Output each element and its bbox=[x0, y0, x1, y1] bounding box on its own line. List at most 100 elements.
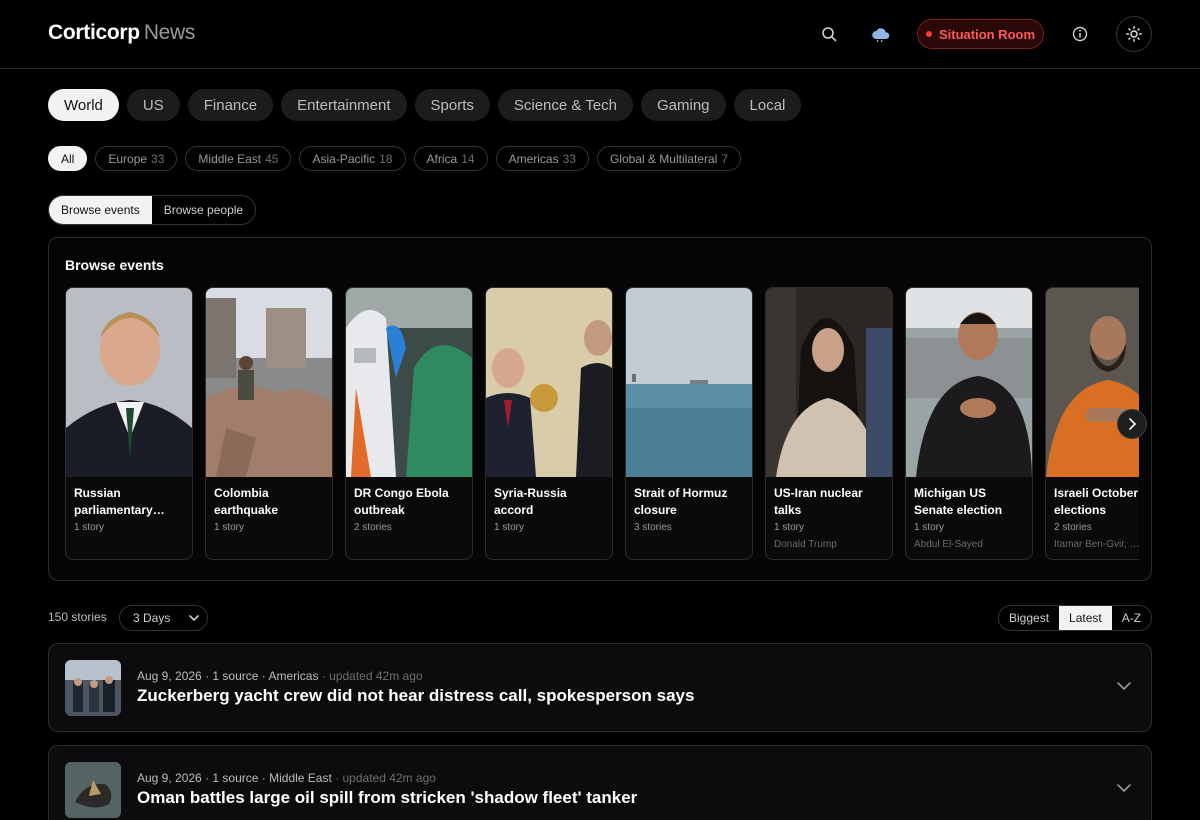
event-card[interactable]: DR Congo Ebola outbreak 2 stories bbox=[345, 287, 473, 560]
event-title: Colombia earthquake bbox=[214, 486, 279, 517]
brand-sub: News bbox=[143, 21, 196, 44]
event-story-count: 2 stories bbox=[1054, 522, 1092, 533]
tab-world[interactable]: World bbox=[48, 89, 119, 121]
event-title: Michigan US Senate election bbox=[914, 486, 1003, 517]
panel-title: Browse events bbox=[65, 257, 164, 273]
story-sources: 1 source bbox=[212, 771, 259, 785]
info-icon[interactable] bbox=[1068, 22, 1092, 46]
theme-toggle-button[interactable] bbox=[1116, 16, 1152, 52]
chevron-down-icon bbox=[189, 615, 199, 622]
event-story-count: 1 story bbox=[74, 522, 105, 533]
browse-events-panel: Browse events Russian parliamentary… 1 s… bbox=[48, 237, 1152, 581]
tab-science-tech[interactable]: Science & Tech bbox=[497, 89, 633, 121]
region-chip-asia-pacific[interactable]: Asia-Pacific 18 bbox=[299, 146, 406, 171]
region-chip-global[interactable]: Global & Multilateral 7 bbox=[596, 146, 742, 171]
event-story-count: 2 stories bbox=[354, 522, 392, 533]
region-filters: All Europe 33 Middle East 45 Asia-Pacific 1… bbox=[48, 146, 742, 171]
browse-events-button[interactable]: Browse events bbox=[49, 196, 152, 224]
event-story-count: 1 story bbox=[494, 522, 525, 533]
event-card[interactable]: US-Iran nuclear talks 1 story Donald Tru… bbox=[765, 287, 893, 560]
event-carousel[interactable]: Russian parliamentary… 1 story Colombia … bbox=[65, 287, 1139, 561]
event-card[interactable]: Strait of Hormuz closure 3 stories bbox=[625, 287, 753, 560]
region-label: Middle East bbox=[198, 151, 262, 166]
story-thumbnail bbox=[65, 660, 121, 716]
event-title: Syria-Russia accord bbox=[494, 486, 567, 517]
story-row[interactable]: Aug 9, 2026 · 1 source · Middle East · u… bbox=[48, 745, 1152, 820]
time-range-value: 3 Days bbox=[133, 611, 171, 625]
event-person: Abdul El-Sayed bbox=[914, 539, 983, 550]
event-person: Donald Trump bbox=[774, 539, 837, 550]
region-label: Africa bbox=[426, 151, 458, 166]
event-card[interactable]: Michigan US Senate election 1 story Abdu… bbox=[905, 287, 1033, 560]
region-count: 33 bbox=[151, 151, 165, 166]
event-story-count: 1 story bbox=[214, 522, 245, 533]
event-image bbox=[906, 288, 1032, 477]
event-title: Russian parliamentary… bbox=[74, 486, 165, 517]
region-label: Americas bbox=[508, 151, 559, 166]
event-image bbox=[626, 288, 752, 477]
region-chip-europe[interactable]: Europe 33 bbox=[95, 146, 178, 171]
story-headline[interactable]: Oman battles large oil spill from strick… bbox=[137, 788, 637, 808]
event-card[interactable]: Russian parliamentary… 1 story bbox=[65, 287, 193, 560]
event-title: Strait of Hormuz closure bbox=[634, 486, 728, 517]
region-chip-middle-east[interactable]: Middle East 45 bbox=[185, 146, 292, 171]
carousel-next-button[interactable] bbox=[1117, 409, 1147, 439]
chevron-down-icon[interactable] bbox=[1117, 681, 1131, 691]
sun-icon bbox=[1126, 26, 1142, 42]
event-title: DR Congo Ebola outbreak bbox=[354, 486, 449, 517]
brand-logo[interactable]: Corticorp News bbox=[48, 21, 195, 45]
event-card[interactable]: Syria-Russia accord 1 story bbox=[485, 287, 613, 560]
tab-us[interactable]: US bbox=[126, 89, 180, 121]
event-image bbox=[206, 288, 332, 477]
browse-people-button[interactable]: Browse people bbox=[152, 196, 255, 224]
story-sources: 1 source bbox=[212, 669, 259, 683]
browse-toggle: Browse events Browse people bbox=[48, 195, 257, 225]
tab-local[interactable]: Local bbox=[733, 89, 802, 121]
event-image bbox=[346, 288, 472, 477]
cloud-icon[interactable] bbox=[869, 22, 893, 46]
sort-latest-button[interactable]: Latest bbox=[1059, 606, 1112, 630]
tab-gaming[interactable]: Gaming bbox=[641, 89, 726, 121]
region-label: All bbox=[61, 151, 75, 166]
event-story-count: 3 stories bbox=[634, 522, 672, 533]
event-image bbox=[66, 288, 192, 477]
region-label: Europe bbox=[108, 151, 148, 166]
time-range-select[interactable]: 3 Days bbox=[119, 605, 208, 631]
tab-finance[interactable]: Finance bbox=[187, 89, 274, 121]
situation-room-label: Situation Room bbox=[938, 26, 1036, 42]
tab-entertainment[interactable]: Entertainment bbox=[281, 89, 407, 121]
story-row[interactable]: Aug 9, 2026 · 1 source · Americas · upda… bbox=[48, 643, 1152, 732]
story-date: Aug 9, 2026 bbox=[137, 771, 202, 785]
event-title: Israeli October elections bbox=[1054, 486, 1139, 517]
region-count: 33 bbox=[562, 151, 576, 166]
chevron-right-icon bbox=[1129, 418, 1136, 430]
story-headline[interactable]: Zuckerberg yacht crew did not hear distr… bbox=[137, 686, 694, 706]
brand-main: Corticorp bbox=[48, 21, 140, 44]
live-dot-icon bbox=[925, 31, 932, 37]
region-count: 7 bbox=[721, 151, 729, 166]
region-count: 18 bbox=[379, 151, 393, 166]
region-label: Asia-Pacific bbox=[312, 151, 376, 166]
sort-biggest-button[interactable]: Biggest bbox=[999, 606, 1059, 630]
top-bar: Corticorp News Situation Room bbox=[0, 0, 1200, 69]
region-count: 14 bbox=[461, 151, 475, 166]
region-chip-all[interactable]: All bbox=[48, 146, 88, 171]
event-story-count: 1 story bbox=[914, 522, 945, 533]
story-meta: Aug 9, 2026 · 1 source · Middle East · u… bbox=[137, 771, 436, 785]
tab-sports[interactable]: Sports bbox=[414, 89, 490, 121]
region-count: 45 bbox=[265, 151, 279, 166]
stories-count: 150 stories bbox=[48, 610, 107, 624]
story-thumbnail bbox=[65, 762, 121, 818]
situation-room-button[interactable]: Situation Room bbox=[917, 19, 1044, 49]
event-card[interactable]: Colombia earthquake 1 story bbox=[205, 287, 333, 560]
chevron-down-icon[interactable] bbox=[1117, 783, 1131, 793]
story-region: Americas bbox=[268, 669, 319, 683]
event-image bbox=[486, 288, 612, 477]
region-chip-africa[interactable]: Africa 14 bbox=[413, 146, 488, 171]
story-date: Aug 9, 2026 bbox=[137, 669, 202, 683]
sort-a-z-button[interactable]: A-Z bbox=[1112, 606, 1151, 630]
event-person: Itamar Ben-Gvir, … bbox=[1054, 539, 1139, 550]
search-icon[interactable] bbox=[817, 22, 841, 46]
story-meta: Aug 9, 2026 · 1 source · Americas · upda… bbox=[137, 669, 423, 683]
region-chip-americas[interactable]: Americas 33 bbox=[495, 146, 589, 171]
